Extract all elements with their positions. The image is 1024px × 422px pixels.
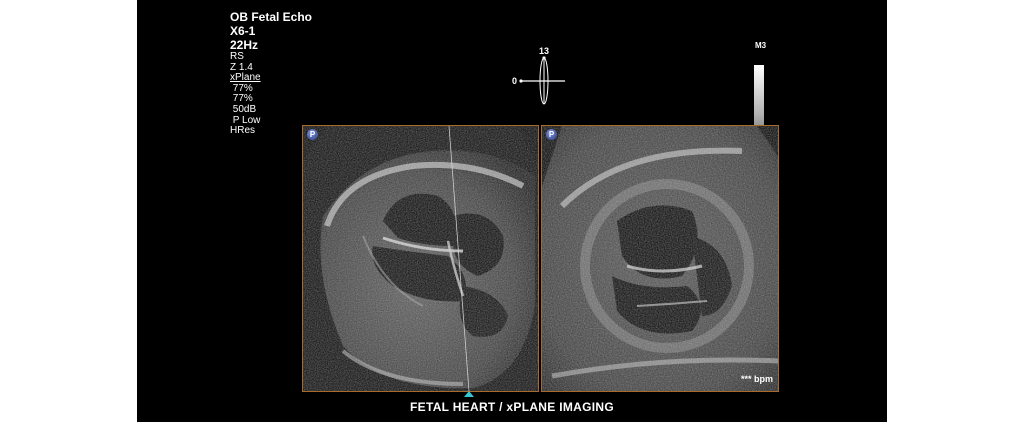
resolution-label: HRes — [230, 125, 256, 137]
probe-label: X6-1 — [230, 24, 256, 38]
left-image-panel: P — [302, 125, 539, 392]
orientation-left-value: 0 — [512, 76, 518, 86]
xplane-orientation-icon: 13 0 — [509, 46, 569, 106]
right-panel-badge: P — [546, 129, 557, 140]
left-panel-badge: P — [307, 129, 318, 140]
dynamic-range: 50dB — [230, 103, 257, 115]
image-caption: FETAL HEART / xPLANE IMAGING — [410, 400, 614, 414]
acquisition-parameters: OB Fetal Echo X6-1 22Hz RS Z 1.4 xPlane … — [230, 10, 312, 137]
frame-rate: 22Hz — [230, 38, 259, 52]
grayscale-map-label: M3 — [755, 41, 767, 50]
heart-rate-readout: *** bpm — [741, 374, 774, 384]
rs-label: RS — [230, 51, 244, 62]
ultrasound-screen: OB Fetal Echo X6-1 22Hz RS Z 1.4 xPlane … — [137, 0, 887, 422]
preset-label: OB Fetal Echo — [230, 10, 313, 24]
orientation-top-value: 13 — [539, 46, 550, 56]
right-image-panel: P — [541, 125, 779, 392]
scan-line-marker-icon — [464, 391, 474, 397]
